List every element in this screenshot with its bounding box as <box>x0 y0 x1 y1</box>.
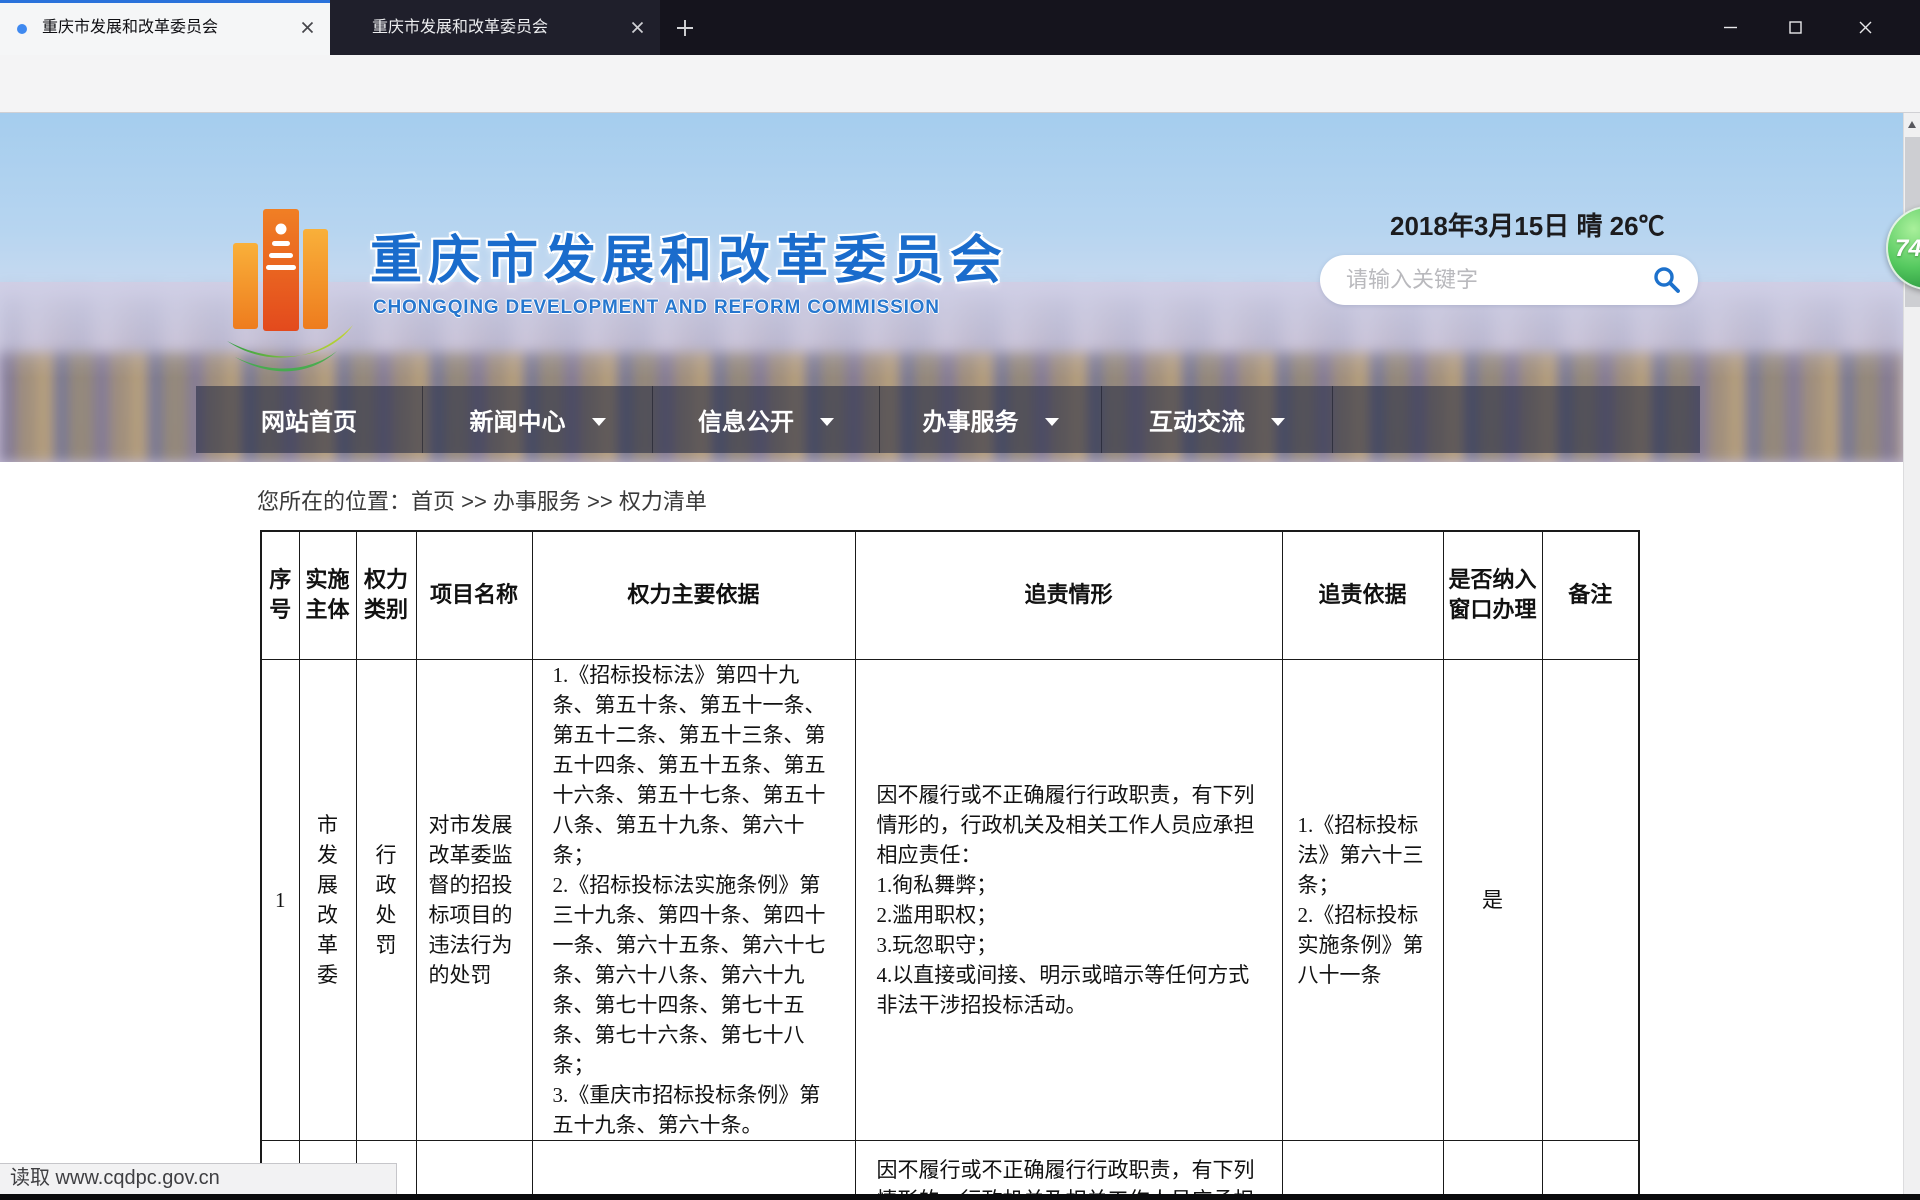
nav-item-interaction[interactable]: 互动交流 <box>1102 386 1333 453</box>
browser-window: 重庆市发展和改革委员会 重庆市发展和改革委员会 <box>0 0 1920 1200</box>
window-close-button[interactable] <box>1840 0 1890 55</box>
table-row: 因不履行或不正确履行行政职责，有下列 情形的，行政机关及相关工作人员应承担 <box>261 1140 1639 1200</box>
date-weather: 2018年3月15日 晴 26℃ <box>1390 206 1665 243</box>
site-search-box[interactable] <box>1320 255 1698 305</box>
cell-subject: 市发展改革委 <box>299 659 356 1140</box>
col-header-subject: 实施主体 <box>299 531 356 659</box>
site-search-input[interactable] <box>1346 261 1636 299</box>
cell-remark <box>1542 659 1639 1140</box>
cell-liability: 因不履行或不正确履行行政职责，有下列 情形的，行政机关及相关工作人员应承担 <box>855 1140 1282 1200</box>
power-list-table: 序号 实施主体 权力类别 项目名称 权力主要依据 追责情形 追责依据 是否纳入 … <box>260 530 1640 1200</box>
tab-1[interactable]: 重庆市发展和改革委员会 <box>0 0 330 55</box>
cell-basis <box>532 1140 855 1200</box>
new-tab-button[interactable] <box>672 15 698 41</box>
chevron-down-icon <box>1271 418 1285 426</box>
site-title-english: CHONGQING DEVELOPMENT AND REFORM COMMISS… <box>373 297 940 319</box>
bottom-edge <box>0 1194 1920 1200</box>
nav-label: 网站首页 <box>261 402 357 437</box>
nav-label: 信息公开 <box>698 402 794 437</box>
cell-liability: 因不履行或不正确履行行政职责，有下列 情形的，行政机关及相关工作人员应承担 相应… <box>855 659 1282 1140</box>
scroll-up-icon[interactable] <box>1908 121 1916 128</box>
col-header-project: 项目名称 <box>416 531 532 659</box>
favicon-dot-icon <box>17 24 27 34</box>
nav-item-services[interactable]: 办事服务 <box>880 386 1102 453</box>
browser-toolbar: www.cqdpc.gov.cn/bsfw/qlqd/ <box>0 55 1920 113</box>
tab-bar: 重庆市发展和改革委员会 重庆市发展和改革委员会 <box>0 0 1920 55</box>
nav-label: 新闻中心 <box>470 402 566 437</box>
site-logo[interactable] <box>225 191 355 376</box>
col-header-category: 权力类别 <box>356 531 416 659</box>
cell-project: 对市发展改革委监督的招投标项目的违法行为的处罚 <box>416 659 532 1140</box>
window-maximize-button[interactable] <box>1770 0 1820 55</box>
col-header-window: 是否纳入 窗口办理 <box>1443 531 1542 659</box>
cell-basis: 1.《招标投标法》第四十九 条、第五十条、第五十一条、 第五十二条、第五十三条、… <box>532 659 855 1140</box>
cell-liability-basis <box>1282 1140 1443 1200</box>
status-bar: 读取 www.cqdpc.gov.cn <box>0 1163 397 1194</box>
cell-project <box>416 1140 532 1200</box>
cell-window <box>1443 1140 1542 1200</box>
col-header-liability-basis: 追责依据 <box>1282 531 1443 659</box>
site-title: 重庆市发展和改革委员会 <box>370 218 1008 293</box>
nav-label: 互动交流 <box>1149 402 1245 437</box>
chevron-down-icon <box>592 418 606 426</box>
cell-liability-basis: 1.《招标投标 法》第六十三 条； 2.《招标投标 实施条例》第 八十一条 <box>1282 659 1443 1140</box>
nav-item-home[interactable]: 网站首页 <box>196 386 423 453</box>
tab-2[interactable]: 重庆市发展和改革委员会 <box>330 0 660 55</box>
nav-item-news[interactable]: 新闻中心 <box>423 386 653 453</box>
col-header-liability: 追责情形 <box>855 531 1282 659</box>
chevron-down-icon <box>820 418 834 426</box>
col-header-index: 序号 <box>261 531 299 659</box>
table-header-row: 序号 实施主体 权力类别 项目名称 权力主要依据 追责情形 追责依据 是否纳入 … <box>261 531 1639 659</box>
close-tab-icon[interactable] <box>299 19 316 36</box>
col-header-remark: 备注 <box>1542 531 1639 659</box>
table-row: 1 市发展改革委 行政处罚 对市发展改革委监督的招投标项目的违法行为的处罚 1.… <box>261 659 1639 1140</box>
col-header-basis: 权力主要依据 <box>532 531 855 659</box>
cell-remark <box>1542 1140 1639 1200</box>
close-tab-icon[interactable] <box>629 19 646 36</box>
active-tab-accent <box>0 0 330 3</box>
tab-1-title: 重庆市发展和改革委员会 <box>42 0 282 55</box>
cell-index: 1 <box>261 659 299 1140</box>
search-icon[interactable] <box>1652 265 1682 295</box>
nav-filler <box>1333 386 1700 453</box>
tab-2-title: 重庆市发展和改革委员会 <box>372 0 612 55</box>
window-minimize-button[interactable] <box>1705 0 1755 55</box>
nav-label: 办事服务 <box>923 402 1019 437</box>
cell-window: 是 <box>1443 659 1542 1140</box>
main-nav: 网站首页 新闻中心 信息公开 办事服务 互动交流 <box>196 386 1700 453</box>
chevron-down-icon <box>1045 418 1059 426</box>
breadcrumb: 您所在的位置：首页 >> 办事服务 >> 权力清单 <box>257 484 707 516</box>
nav-item-info-disclosure[interactable]: 信息公开 <box>653 386 880 453</box>
cell-category: 行政处罚 <box>356 659 416 1140</box>
aqi-value: 74 <box>1895 235 1920 263</box>
